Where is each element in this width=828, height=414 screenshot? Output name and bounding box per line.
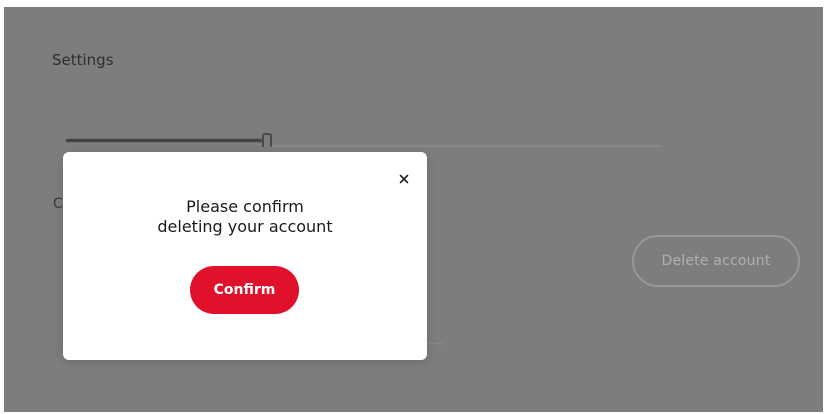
- redacted-field-marker: [262, 133, 272, 147]
- confirm-button[interactable]: Confirm: [190, 266, 299, 314]
- page-title: Settings: [52, 51, 114, 69]
- modal-message-line: deleting your account: [157, 217, 333, 236]
- modal-message-line: Please confirm: [186, 197, 304, 216]
- confirm-delete-modal: Please confirm deleting your account Con…: [63, 152, 427, 360]
- settings-page: Settings C Delete account Please confirm…: [0, 0, 828, 414]
- modal-message: Please confirm deleting your account: [63, 197, 427, 237]
- divider: [272, 145, 662, 147]
- section-label-fragment: C: [53, 196, 63, 212]
- close-icon: [399, 174, 409, 184]
- delete-account-button[interactable]: Delete account: [632, 235, 800, 287]
- redacted-field-line: [66, 139, 262, 142]
- close-button[interactable]: [395, 170, 413, 188]
